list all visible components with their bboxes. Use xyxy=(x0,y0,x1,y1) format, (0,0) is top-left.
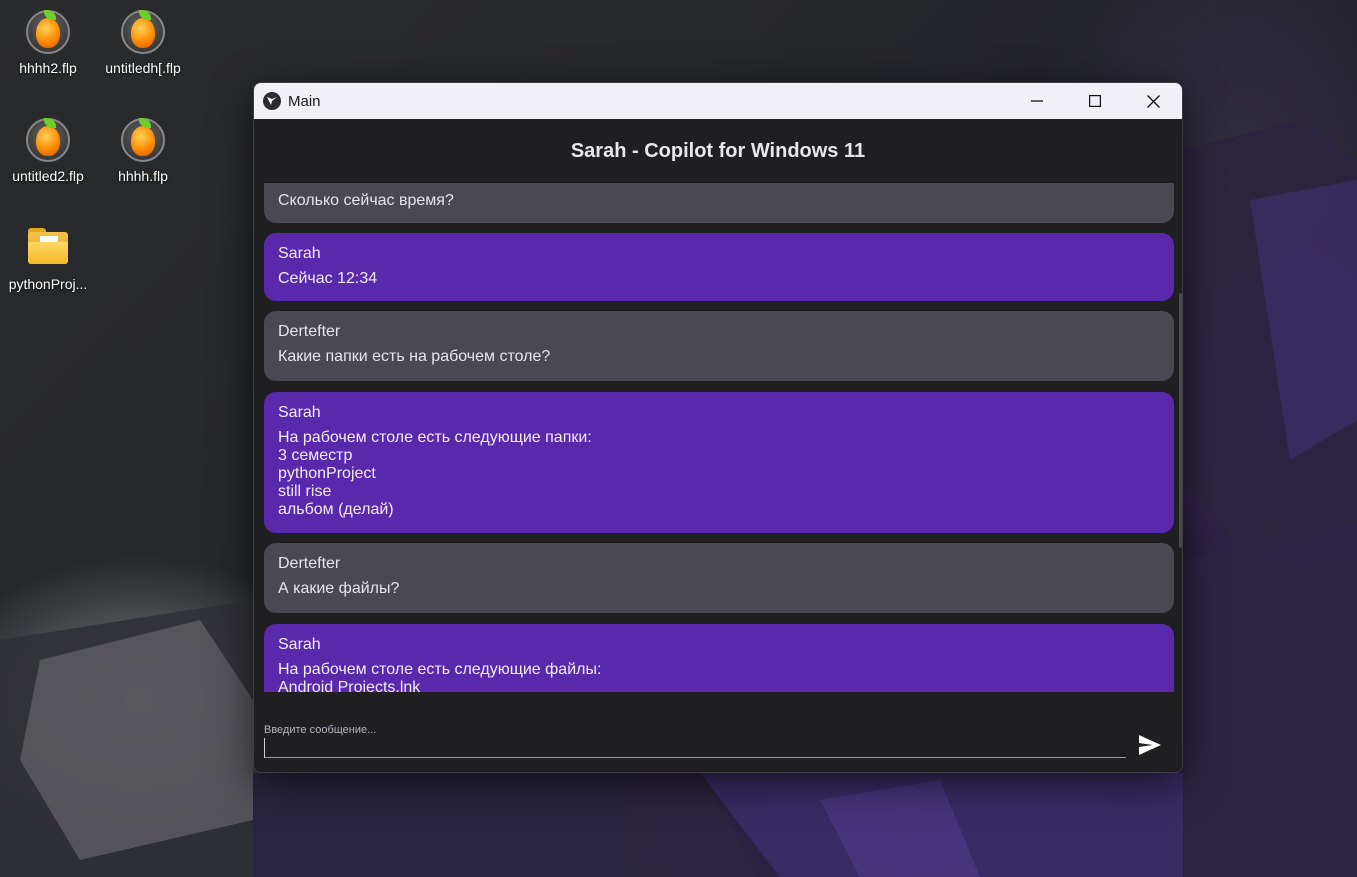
message-text: На рабочем столе есть следующие папки: 3… xyxy=(278,429,592,518)
chat-history[interactable]: Сколько сейчас время? Sarah Сейчас 12:34… xyxy=(254,183,1182,692)
minimize-icon xyxy=(1031,100,1043,102)
message-input-label: Введите сообщение... xyxy=(264,724,377,736)
message-author: Sarah xyxy=(278,245,321,262)
message-text: Сейчас 12:34 xyxy=(278,270,378,287)
desktop-icon-untitled2[interactable]: untitled2.flp xyxy=(0,116,96,184)
desktop-icon-untitledh[interactable]: untitledh[.flp xyxy=(95,8,191,76)
message-text: А какие файлы? xyxy=(278,580,400,597)
fl-studio-icon xyxy=(24,116,72,164)
folder-icon xyxy=(24,224,72,272)
chat-scrollbar[interactable] xyxy=(1179,293,1182,548)
fl-studio-icon xyxy=(24,8,72,56)
title-bar[interactable]: Main xyxy=(254,83,1182,119)
message-input-wrapper: Введите сообщение... xyxy=(264,716,1126,758)
app-header: Sarah - Copilot for Windows 11 xyxy=(254,119,1182,183)
message-text: На рабочем столе есть следующие файлы: A… xyxy=(278,661,602,692)
message-bubble-user: Сколько сейчас время? xyxy=(264,183,1174,223)
desktop-icon-label: untitledh[.flp xyxy=(105,60,181,76)
message-text: Сколько сейчас время? xyxy=(278,192,454,209)
message-input[interactable] xyxy=(264,738,1126,758)
app-title: Sarah - Copilot for Windows 11 xyxy=(570,139,866,162)
desktop-icon-label: hhhh.flp xyxy=(118,168,168,184)
desktop-icon-label: pythonProj... xyxy=(8,276,88,292)
message-text: Какие папки есть на рабочем столе? xyxy=(278,348,551,365)
message-bubble-user: Dertefter А какие файлы? xyxy=(264,543,1174,613)
desktop-icon-label: untitled2.flp xyxy=(12,168,84,184)
close-button[interactable] xyxy=(1124,83,1182,119)
message-author: Sarah xyxy=(278,404,321,421)
maximize-icon xyxy=(1089,95,1101,107)
message-bubble-bot: Sarah На рабочем столе есть следующие фа… xyxy=(264,624,1174,692)
message-author: Dertefter xyxy=(278,323,341,340)
message-bubble-bot: Sarah На рабочем столе есть следующие па… xyxy=(264,392,1174,533)
desktop-icon-pythonproject[interactable]: pythonProj... xyxy=(0,224,96,292)
fl-studio-icon xyxy=(119,116,167,164)
desktop-icon-label: hhhh2.flp xyxy=(19,60,77,76)
kivy-app-icon xyxy=(263,92,281,110)
maximize-button[interactable] xyxy=(1066,83,1124,119)
send-button[interactable] xyxy=(1134,730,1166,760)
app-window: Main Sarah - Copilot for Windows 11 Скол… xyxy=(253,82,1183,773)
minimize-button[interactable] xyxy=(1008,83,1066,119)
close-icon xyxy=(1146,94,1160,108)
desktop-icon-hhhh2[interactable]: hhhh2.flp xyxy=(0,8,96,76)
message-bubble-bot: Sarah Сейчас 12:34 xyxy=(264,233,1174,301)
message-author: Sarah xyxy=(278,636,321,653)
fl-studio-icon xyxy=(119,8,167,56)
message-bubble-user: Dertefter Какие папки есть на рабочем ст… xyxy=(264,311,1174,381)
message-composer: Введите сообщение... xyxy=(254,692,1182,772)
desktop-icon-hhhh[interactable]: hhhh.flp xyxy=(95,116,191,184)
window-title: Main xyxy=(288,92,321,110)
message-author: Dertefter xyxy=(278,555,341,572)
send-icon xyxy=(1139,735,1161,755)
